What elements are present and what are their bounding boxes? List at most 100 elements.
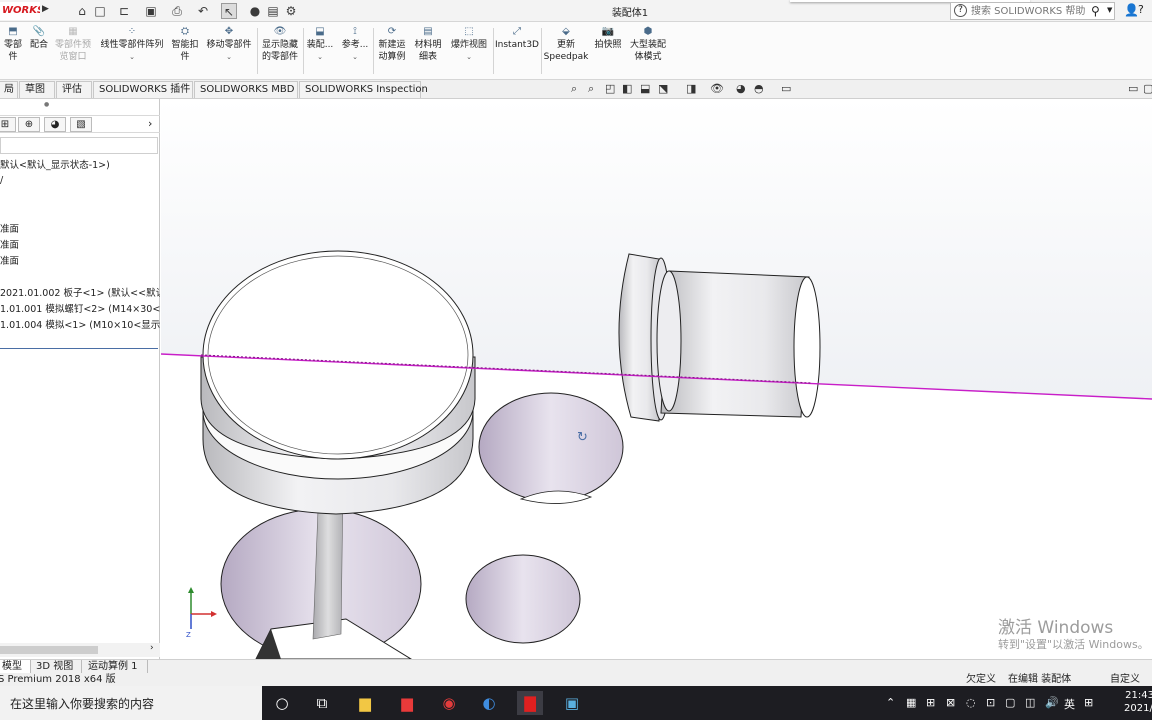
restore-window-icon[interactable]: ▭ — [1128, 83, 1138, 95]
netease-music-icon[interactable]: ◉ — [436, 691, 462, 715]
hide-show-items-icon[interactable]: 👁 — [710, 83, 724, 95]
taskbar-search[interactable]: 在这里输入你要搜索的内容 — [0, 686, 262, 720]
chevron-down-icon[interactable]: ⌄ — [447, 51, 491, 63]
3d-model-view[interactable]: ↻ Z — [161, 99, 1152, 659]
view-settings-icon[interactable]: ▭ — [781, 83, 791, 95]
dimxpert-icon[interactable]: ◕ — [44, 117, 66, 132]
reference-geometry-button[interactable]: ⟟ 参考... ⌄ — [339, 26, 371, 63]
tray-app-icon[interactable]: ▢ — [1005, 696, 1015, 709]
instant3d-button[interactable]: ⤢ Instant3D — [495, 26, 539, 51]
tray-app-icon[interactable]: ⊠ — [946, 696, 955, 709]
exploded-view-button[interactable]: ⬚ 爆炸视图 ⌄ — [447, 26, 491, 63]
chevron-down-icon[interactable]: ⌄ — [96, 51, 168, 63]
tab-motion-study[interactable]: 运动算例 1 — [84, 660, 148, 674]
rollback-bar[interactable] — [0, 348, 158, 349]
chevron-down-icon[interactable]: ⌄ — [339, 51, 371, 63]
tab-evaluate[interactable]: 评估 — [56, 81, 92, 98]
ime-mode-icon[interactable]: ⊞ — [1084, 696, 1093, 709]
youdao-icon[interactable]: ▆ — [394, 691, 420, 715]
rebuild-icon[interactable]: ● — [247, 3, 263, 19]
options-icon[interactable]: ⚙ — [283, 3, 299, 19]
section-view-icon[interactable]: ◧ — [622, 83, 632, 95]
mate-button[interactable]: 📎 配合 — [28, 26, 50, 51]
system-clock[interactable]: 21:43 2021/2 — [1124, 689, 1152, 715]
chevron-down-icon[interactable]: ▼ — [1107, 6, 1112, 14]
screw-head-top[interactable] — [202, 250, 474, 460]
tree-item-plate[interactable]: 2021.01.002 板子<1> (默认<<默认 — [0, 285, 160, 299]
app-taskbar-icon[interactable]: ▣ — [559, 691, 585, 715]
tree-item-history[interactable]: / — [0, 175, 160, 186]
assembly-features-button[interactable]: ⬓ 装配... ⌄ — [305, 26, 335, 63]
browser-icon[interactable]: ◐ — [476, 691, 502, 715]
cortana-icon[interactable]: ○ — [269, 691, 295, 715]
component-preview-button[interactable]: ▦ 零部件预 览窗口 — [52, 26, 94, 63]
smart-fasteners-button[interactable]: ⛭ 智能扣件 — [170, 26, 200, 63]
tree-item-screw[interactable]: 1.01.001 模拟螺钉<2> (M14×30< — [0, 301, 160, 315]
tab-inspection[interactable]: SOLIDWORKS Inspection — [299, 81, 428, 98]
tab-model[interactable]: 模型 — [0, 660, 31, 674]
tray-app-icon[interactable]: ⊞ — [926, 696, 935, 709]
tray-app-icon[interactable]: ▦ — [906, 696, 916, 709]
pin-body[interactable] — [660, 270, 810, 418]
display-style-icon[interactable]: ◨ — [686, 83, 696, 95]
tab-mbd[interactable]: SOLIDWORKS MBD — [194, 81, 298, 98]
chevron-right-icon[interactable]: › — [148, 117, 152, 130]
display-manager-icon[interactable]: ▧ — [70, 117, 92, 132]
scrollbar-thumb[interactable] — [0, 646, 98, 654]
chevron-down-icon[interactable]: ⌄ — [203, 51, 255, 63]
help-search-box[interactable]: ? ⚲ ▼ — [950, 2, 1115, 20]
tree-filter-input[interactable] — [0, 137, 158, 154]
maximize-window-icon[interactable]: ▢ — [1143, 83, 1152, 95]
linear-pattern-button[interactable]: ⁘ 线性零部件阵列 ⌄ — [96, 26, 168, 63]
solidworks-taskbar-icon[interactable]: ▇ — [517, 691, 543, 715]
search-icon[interactable]: ⚲ — [1091, 4, 1100, 18]
tab-sketch[interactable]: 草图 — [19, 81, 55, 98]
show-hidden-components-button[interactable]: 👁 显示隐藏 的零部件 — [259, 26, 301, 63]
property-manager-icon[interactable]: ⊞ — [0, 117, 16, 132]
undo-icon[interactable]: ↶ — [195, 3, 211, 19]
chevron-right-icon[interactable]: › — [150, 643, 154, 653]
horizontal-scrollbar[interactable]: › — [0, 643, 160, 657]
chevron-down-icon[interactable]: ⌄ — [305, 51, 335, 63]
tab-layout[interactable]: 局 — [0, 81, 18, 98]
tree-item-top-plane[interactable]: 准面 — [0, 237, 160, 251]
task-view-icon[interactable]: ⧉ — [309, 691, 335, 715]
solidworks-logo[interactable]: WORKS — [0, 2, 40, 20]
dynamic-annotation-icon[interactable]: ⬓ — [640, 83, 650, 95]
user-icon[interactable]: 👤 — [1124, 3, 1139, 17]
tray-app-icon[interactable]: ◌ — [966, 696, 976, 709]
file-explorer-icon[interactable]: ▆ — [352, 691, 378, 715]
file-props-icon[interactable]: ▤ — [265, 3, 281, 19]
tray-expand-icon[interactable]: ⌃ — [886, 696, 895, 709]
tree-item-front-plane[interactable]: 准面 — [0, 221, 160, 235]
select-icon[interactable]: ↖ — [221, 3, 237, 19]
tree-item-right-plane[interactable]: 准面 — [0, 253, 160, 267]
ime-indicator[interactable]: 英 — [1064, 696, 1075, 712]
help-search-input[interactable] — [971, 4, 1089, 18]
print-icon[interactable]: ⎙ — [169, 3, 185, 19]
tab-3d-view[interactable]: 3D 视图 — [32, 660, 82, 674]
lower-small-hole[interactable] — [465, 554, 581, 644]
edit-appearance-icon[interactable]: ◕ — [736, 83, 746, 95]
panel-collapse-handle[interactable]: ● — [44, 101, 49, 108]
network-icon[interactable]: ◫ — [1025, 696, 1035, 709]
update-speedpak-button[interactable]: ⬙ 更新 Speedpak — [543, 26, 589, 63]
save-icon[interactable]: ▣ — [143, 3, 159, 19]
tree-item-display-state[interactable]: 默认<默认_显示状态-1>) — [0, 157, 160, 171]
configuration-manager-icon[interactable]: ⊕ — [18, 117, 40, 132]
tree-item-simulation[interactable]: 1.01.004 模拟<1> (M10×10<显示 — [0, 317, 160, 331]
home-icon[interactable]: ⌂ — [74, 3, 90, 19]
move-component-button[interactable]: ✥ 移动零部件 ⌄ — [203, 26, 255, 63]
volume-icon[interactable]: 🔊 — [1045, 696, 1059, 709]
graphics-area[interactable]: ↻ Z — [161, 99, 1152, 659]
zoom-to-fit-icon[interactable]: ⌕ — [571, 83, 577, 95]
insert-components-button[interactable]: ⬒ 零部件 — [0, 26, 26, 63]
help-icon[interactable]: ? — [1138, 3, 1144, 16]
scene-icon[interactable]: ◓ — [754, 83, 764, 95]
menu-expand-arrow-icon[interactable]: ▶ — [42, 4, 49, 14]
tray-app-icon[interactable]: ⊡ — [986, 696, 995, 709]
new-doc-icon[interactable]: □ — [92, 3, 108, 19]
large-assembly-mode-button[interactable]: ⬢ 大型装配 体模式 — [627, 26, 669, 63]
take-snapshot-button[interactable]: 📷 拍快照 — [591, 26, 625, 51]
tab-addins[interactable]: SOLIDWORKS 插件 — [93, 81, 193, 98]
